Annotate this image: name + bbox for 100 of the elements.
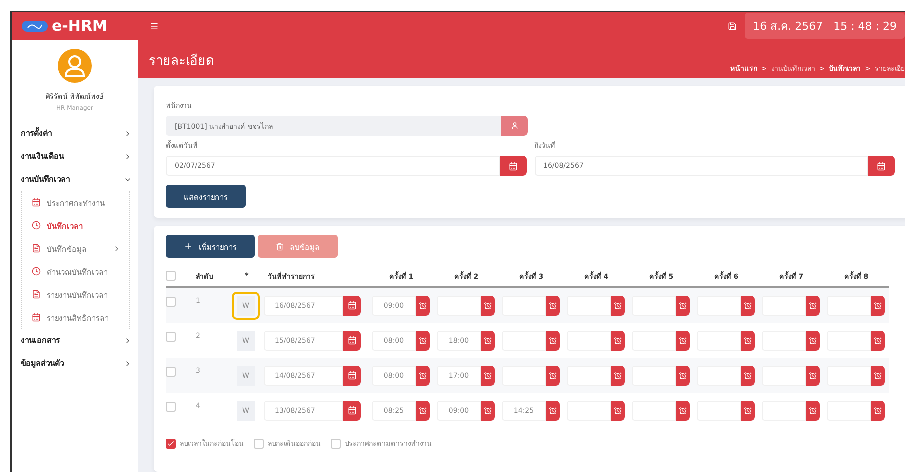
alarm-clock-button[interactable] bbox=[546, 330, 560, 350]
time-field[interactable] bbox=[697, 366, 741, 386]
alarm-clock-icon bbox=[679, 406, 687, 414]
alarm-clock-icon bbox=[549, 406, 557, 414]
calendar-icon bbox=[32, 198, 41, 207]
alarm-clock-icon bbox=[809, 406, 817, 414]
user-button[interactable] bbox=[501, 116, 528, 136]
calendar-button[interactable] bbox=[500, 156, 526, 176]
alarm-clock-icon bbox=[614, 372, 622, 380]
check-icon bbox=[167, 440, 175, 448]
alarm-clock-icon bbox=[809, 372, 817, 380]
alarm-clock-button[interactable] bbox=[546, 296, 560, 316]
time-field[interactable] bbox=[502, 366, 546, 386]
time-field[interactable] bbox=[632, 366, 676, 386]
time-field[interactable] bbox=[827, 296, 871, 316]
time-field[interactable] bbox=[697, 400, 741, 420]
calendar-button[interactable] bbox=[343, 400, 361, 420]
calendar-button[interactable] bbox=[343, 296, 361, 316]
calendar-button[interactable] bbox=[868, 156, 895, 176]
option-checkbox[interactable] bbox=[166, 438, 176, 448]
alarm-clock-icon bbox=[614, 406, 622, 414]
calendar-button[interactable] bbox=[343, 330, 361, 350]
alarm-clock-button[interactable] bbox=[481, 296, 495, 316]
select-all-checkbox[interactable] bbox=[166, 271, 176, 281]
option-checkbox[interactable] bbox=[331, 438, 341, 448]
alarm-clock-button[interactable] bbox=[676, 296, 690, 316]
alarm-clock-button[interactable] bbox=[871, 366, 885, 386]
calendar-icon bbox=[348, 336, 356, 345]
nav-item[interactable]: การตั้งค่า bbox=[12, 122, 138, 145]
alarm-clock-button[interactable] bbox=[741, 400, 755, 420]
alarm-clock-button[interactable] bbox=[871, 296, 885, 316]
row-checkbox[interactable] bbox=[166, 367, 176, 377]
alarm-clock-button[interactable] bbox=[741, 330, 755, 350]
alarm-clock-icon bbox=[549, 302, 557, 310]
alarm-clock-button[interactable] bbox=[416, 330, 430, 350]
time-field[interactable] bbox=[567, 330, 611, 350]
alarm-clock-button[interactable] bbox=[871, 400, 885, 420]
alarm-clock-icon bbox=[484, 336, 492, 344]
clock-icon bbox=[32, 221, 41, 230]
time-field[interactable] bbox=[632, 296, 676, 316]
alarm-clock-button[interactable] bbox=[676, 330, 690, 350]
alarm-clock-button[interactable] bbox=[676, 400, 690, 420]
time-field[interactable] bbox=[502, 330, 546, 350]
time-field[interactable] bbox=[827, 400, 871, 420]
alarm-clock-button[interactable] bbox=[416, 400, 430, 420]
calendar-icon bbox=[348, 406, 356, 415]
calendar-button[interactable] bbox=[343, 366, 361, 386]
alarm-clock-button[interactable] bbox=[481, 400, 495, 420]
alarm-clock-button[interactable] bbox=[676, 366, 690, 386]
alarm-clock-button[interactable] bbox=[546, 400, 560, 420]
menu-icon[interactable] bbox=[150, 22, 159, 30]
alarm-clock-button[interactable] bbox=[611, 400, 625, 420]
row-checkbox[interactable] bbox=[166, 402, 176, 412]
alarm-clock-button[interactable] bbox=[741, 296, 755, 316]
time-field[interactable] bbox=[437, 296, 481, 316]
time-field[interactable] bbox=[762, 400, 806, 420]
time-field[interactable] bbox=[827, 366, 871, 386]
time-field[interactable] bbox=[697, 330, 741, 350]
option-checkbox[interactable] bbox=[254, 438, 264, 448]
nav-item[interactable]: งานเงินเดือน bbox=[12, 145, 138, 168]
time-field[interactable] bbox=[697, 296, 741, 316]
alarm-clock-icon bbox=[419, 336, 427, 344]
alarm-clock-button[interactable] bbox=[546, 366, 560, 386]
time-field[interactable] bbox=[827, 330, 871, 350]
alarm-clock-button[interactable] bbox=[416, 366, 430, 386]
time-field[interactable] bbox=[567, 296, 611, 316]
time-field[interactable] bbox=[502, 296, 546, 316]
nav-item[interactable]: งานเอกสาร bbox=[12, 329, 138, 352]
alarm-clock-icon bbox=[744, 372, 752, 380]
time-field[interactable] bbox=[762, 330, 806, 350]
time-field[interactable] bbox=[567, 366, 611, 386]
time-field[interactable] bbox=[632, 400, 676, 420]
alarm-clock-button[interactable] bbox=[806, 296, 820, 316]
alarm-clock-icon bbox=[874, 406, 882, 414]
alarm-clock-button[interactable] bbox=[481, 330, 495, 350]
time-field[interactable] bbox=[567, 400, 611, 420]
alarm-clock-button[interactable] bbox=[806, 330, 820, 350]
plus-icon bbox=[184, 242, 193, 251]
alarm-clock-button[interactable] bbox=[416, 296, 430, 316]
time-field[interactable] bbox=[762, 296, 806, 316]
alarm-clock-button[interactable] bbox=[611, 366, 625, 386]
alarm-clock-button[interactable] bbox=[806, 366, 820, 386]
nav-item[interactable]: ข้อมูลส่วนตัว bbox=[12, 352, 138, 375]
alarm-clock-button[interactable] bbox=[741, 366, 755, 386]
alarm-clock-button[interactable] bbox=[611, 296, 625, 316]
row-checkbox[interactable] bbox=[166, 297, 176, 307]
alarm-clock-button[interactable] bbox=[481, 366, 495, 386]
alarm-clock-button[interactable] bbox=[611, 330, 625, 350]
alarm-clock-icon bbox=[614, 336, 622, 344]
alarm-clock-icon bbox=[484, 406, 492, 414]
alarm-clock-icon bbox=[679, 302, 687, 310]
time-field[interactable] bbox=[632, 330, 676, 350]
alarm-clock-button[interactable] bbox=[871, 330, 885, 350]
alarm-clock-icon bbox=[874, 336, 882, 344]
alarm-clock-button[interactable] bbox=[806, 400, 820, 420]
time-field[interactable] bbox=[762, 366, 806, 386]
alarm-clock-icon bbox=[809, 302, 817, 310]
nav-item[interactable]: งานบันทึกเวลา bbox=[12, 168, 138, 191]
row-checkbox[interactable] bbox=[166, 332, 176, 342]
alarm-clock-icon bbox=[484, 302, 492, 310]
